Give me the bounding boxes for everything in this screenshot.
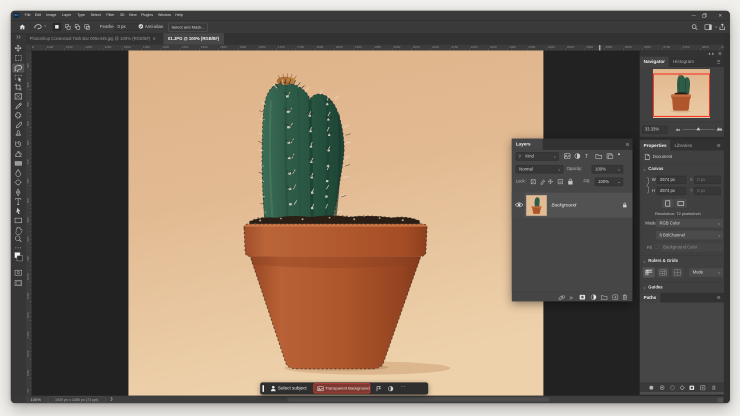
svg-text:1150: 1150 <box>66 45 73 49</box>
svg-text:1200: 1200 <box>85 45 92 49</box>
svg-text:1450: 1450 <box>182 45 189 49</box>
svg-text:750: 750 <box>26 178 30 183</box>
svg-text:1850: 1850 <box>336 45 343 49</box>
svg-text:1000: 1000 <box>26 273 30 280</box>
svg-text:1150: 1150 <box>26 331 30 338</box>
svg-text:1200: 1200 <box>26 350 30 357</box>
svg-text:2000: 2000 <box>394 45 401 49</box>
svg-text:1300: 1300 <box>124 45 131 49</box>
svg-text:1600: 1600 <box>239 45 246 49</box>
svg-text:1650: 1650 <box>259 45 266 49</box>
svg-text:2700: 2700 <box>663 45 670 49</box>
svg-text:2150: 2150 <box>451 45 458 49</box>
svg-text:700: 700 <box>26 159 30 164</box>
svg-text:2550: 2550 <box>605 45 612 49</box>
svg-text:1950: 1950 <box>374 45 381 49</box>
svg-text:1250: 1250 <box>26 369 30 376</box>
svg-text:800: 800 <box>26 198 30 203</box>
svg-text:1050: 1050 <box>26 292 30 299</box>
svg-text:2750: 2750 <box>683 45 690 49</box>
svg-text:2300: 2300 <box>509 45 516 49</box>
svg-text:1100: 1100 <box>26 312 30 319</box>
svg-text:1750: 1750 <box>297 45 304 49</box>
svg-text:1400: 1400 <box>162 45 169 49</box>
svg-text:2200: 2200 <box>471 45 478 49</box>
svg-text:2400: 2400 <box>548 45 555 49</box>
svg-text:T: T <box>585 154 588 160</box>
svg-text:1500: 1500 <box>201 45 208 49</box>
svg-text:900: 900 <box>26 236 30 241</box>
svg-text:550: 550 <box>26 101 30 106</box>
svg-text:1100: 1100 <box>47 45 54 49</box>
svg-text:2450: 2450 <box>567 45 574 49</box>
svg-text:500: 500 <box>26 82 30 87</box>
svg-text:850: 850 <box>26 217 30 222</box>
svg-text:1350: 1350 <box>143 45 150 49</box>
svg-text:fx: fx <box>570 295 574 300</box>
svg-text:2100: 2100 <box>432 45 439 49</box>
svg-text:2600: 2600 <box>625 45 632 49</box>
svg-text:1900: 1900 <box>355 45 362 49</box>
svg-text:650: 650 <box>26 140 30 145</box>
svg-text:950: 950 <box>26 256 30 261</box>
svg-text:2650: 2650 <box>644 45 651 49</box>
svg-text:2800: 2800 <box>702 45 709 49</box>
svg-text:1250: 1250 <box>104 45 111 49</box>
svg-text:1700: 1700 <box>278 45 285 49</box>
svg-text:1300: 1300 <box>26 389 30 393</box>
svg-text:2500: 2500 <box>586 45 593 49</box>
svg-text:1800: 1800 <box>316 45 323 49</box>
svg-text:2350: 2350 <box>528 45 535 49</box>
svg-text:600: 600 <box>26 121 30 126</box>
svg-text:2250: 2250 <box>490 45 497 49</box>
svg-text:2050: 2050 <box>413 45 420 49</box>
svg-text:450: 450 <box>26 63 30 68</box>
svg-text:1550: 1550 <box>220 45 227 49</box>
